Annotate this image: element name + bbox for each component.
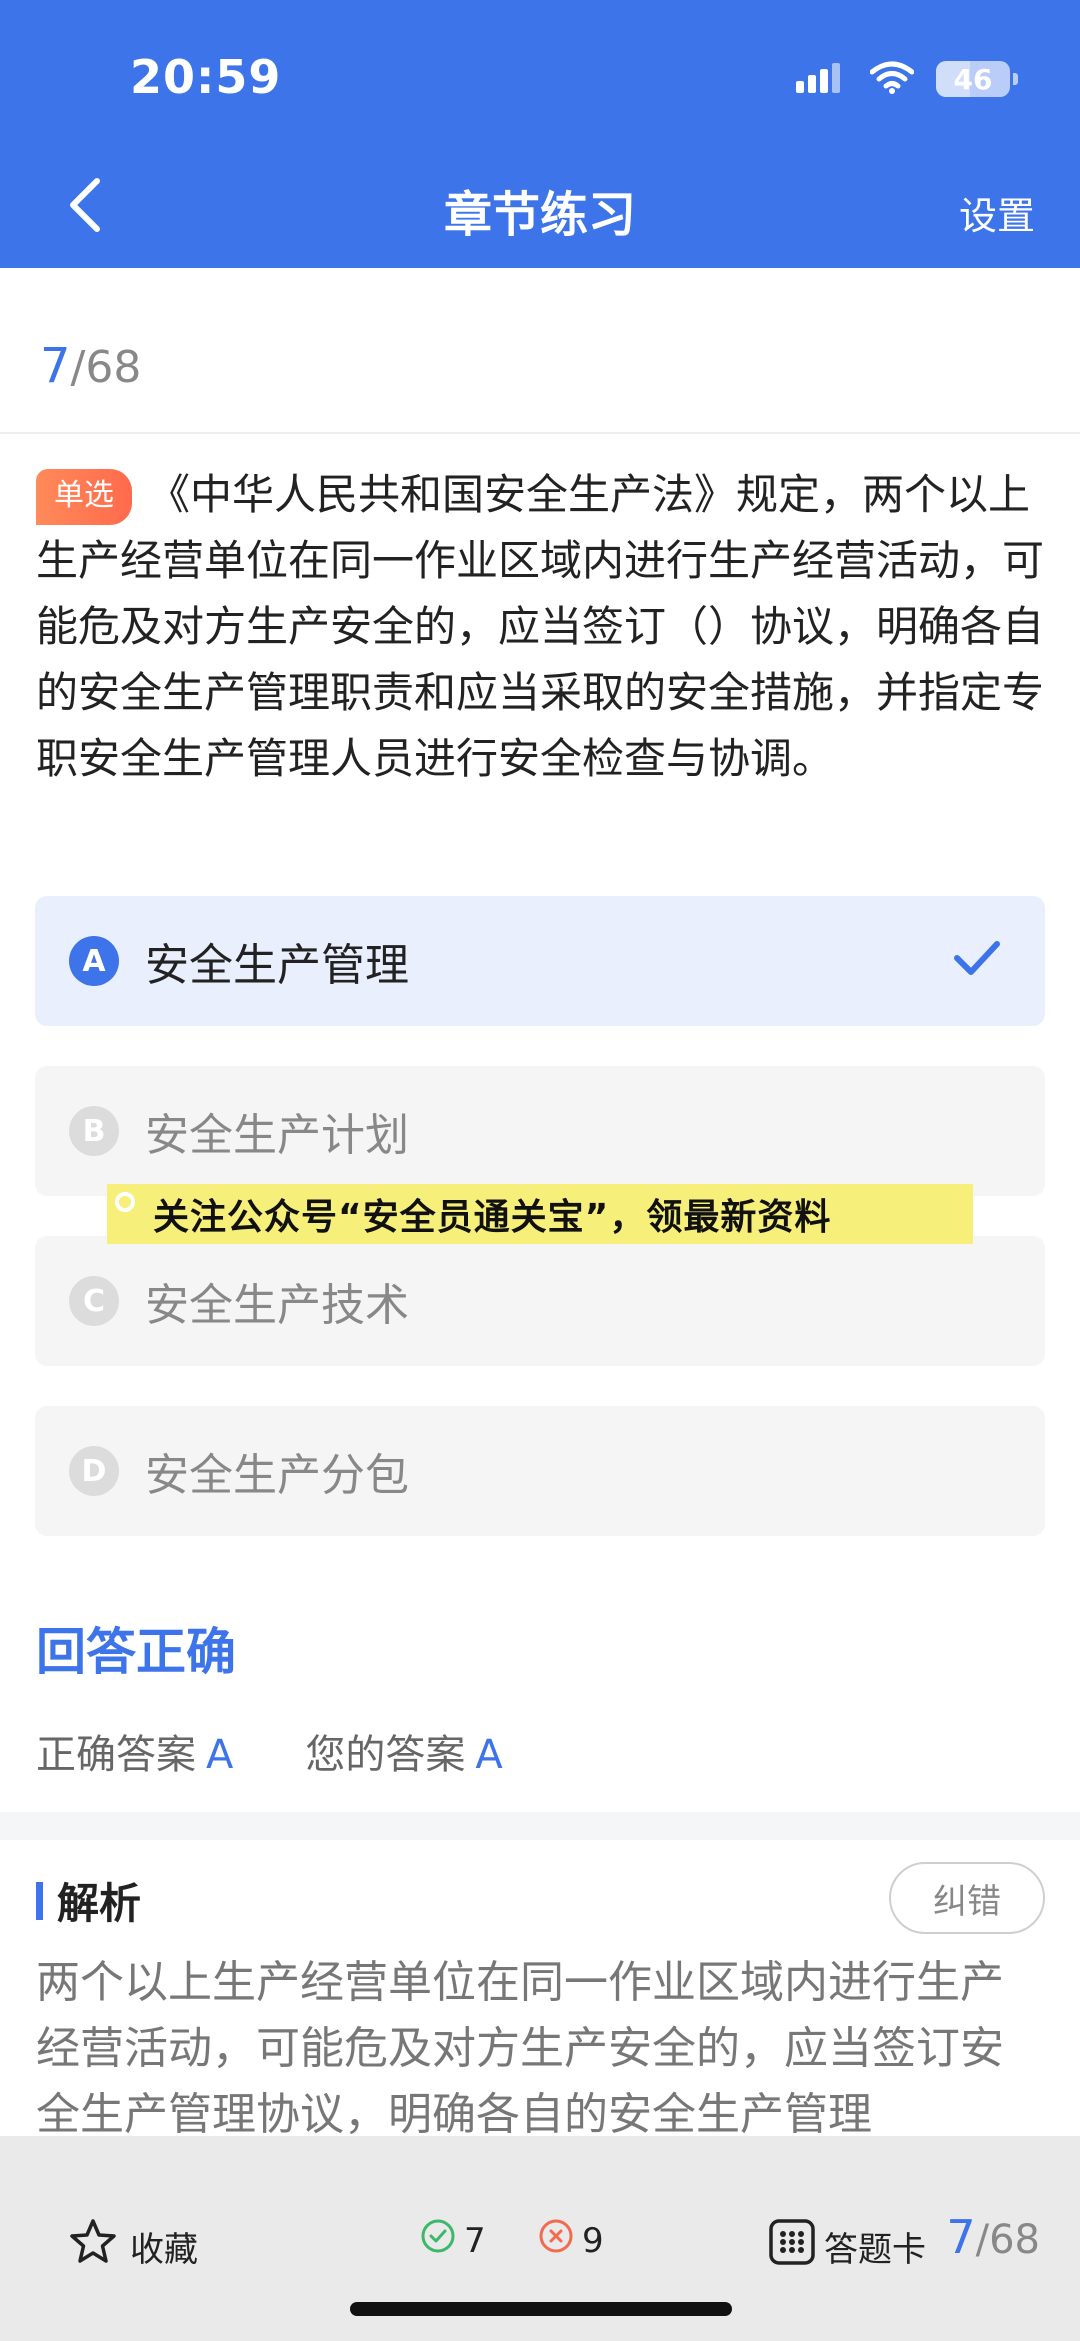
option-letter: C xyxy=(69,1276,119,1326)
option-c[interactable]: C 安全生产技术 xyxy=(35,1236,1045,1366)
banner-text: 关注公众号“安全员通关宝”，领最新资料 xyxy=(153,1197,832,1238)
option-d[interactable]: D 安全生产分包 xyxy=(35,1406,1045,1536)
banner-dot xyxy=(115,1192,135,1212)
option-letter: A xyxy=(69,936,119,986)
option-text: 安全生产技术 xyxy=(145,1280,409,1331)
status-time: 20:59 xyxy=(130,50,282,104)
question-text: 《中华人民共和国安全生产法》规定，两个以上生产经营单位在同一作业区域内进行生产经… xyxy=(36,470,1045,783)
option-text: 安全生产分包 xyxy=(145,1450,409,1501)
app-screen: 20:59 46 章节练习 设置 7/68 单选 《中华人民共和国安全生产法》规… xyxy=(0,0,1080,2341)
answer-summary: 正确答案 A 您的答案 A xyxy=(36,1722,575,1780)
favorite-label: 收藏 xyxy=(130,2230,198,2270)
signal-icon xyxy=(796,61,848,97)
wifi-icon xyxy=(869,60,915,98)
battery-fill xyxy=(936,61,971,97)
favorite-button[interactable]: 收藏 xyxy=(68,2218,198,2275)
page-indicator: 7/68 xyxy=(946,2210,1040,2264)
check-icon xyxy=(953,938,1001,982)
option-text: 安全生产计划 xyxy=(145,1110,409,1161)
analysis-header: 解析 xyxy=(36,1870,141,1931)
page-current: 7 xyxy=(946,2210,976,2264)
answer-card-button[interactable]: 答题卡 xyxy=(768,2218,926,2275)
question-block: 单选 《中华人民共和国安全生产法》规定，两个以上生产经营单位在同一作业区域内进行生… xyxy=(36,462,1046,792)
check-circle-icon xyxy=(420,2218,464,2263)
section-separator xyxy=(0,1812,1080,1840)
wrong-count: 9 xyxy=(538,2218,604,2263)
promo-banner: 关注公众号“安全员通关宝”，领最新资料 xyxy=(107,1184,973,1244)
analysis-accent-bar xyxy=(36,1881,43,1920)
settings-button[interactable]: 设置 xyxy=(959,185,1035,240)
home-indicator xyxy=(350,2302,732,2316)
x-circle-icon xyxy=(538,2218,582,2263)
page-total: /68 xyxy=(975,2217,1040,2263)
option-text: 安全生产管理 xyxy=(145,940,409,991)
wrong-count-value: 9 xyxy=(582,2220,604,2261)
option-b[interactable]: B 安全生产计划 xyxy=(35,1066,1045,1196)
battery-cap xyxy=(1013,73,1018,85)
answer-card-label: 答题卡 xyxy=(824,2230,926,2270)
result-title: 回答正确 xyxy=(36,1623,236,1681)
your-answer-value: A xyxy=(475,1732,503,1778)
counter-current: 7 xyxy=(40,338,71,394)
correct-answer-label: 正确答案 xyxy=(36,1732,196,1778)
option-letter: D xyxy=(69,1446,119,1496)
question-type-tag: 单选 xyxy=(36,469,132,525)
question-counter: 7/68 xyxy=(40,338,141,394)
counter-total: /68 xyxy=(70,342,142,393)
correct-count: 7 xyxy=(420,2218,486,2263)
option-a[interactable]: A 安全生产管理 xyxy=(35,896,1045,1026)
your-answer-label: 您的答案 xyxy=(305,1732,466,1778)
grid-icon xyxy=(768,2218,824,2275)
correct-answer-value: A xyxy=(206,1732,234,1778)
analysis-text: 两个以上生产经营单位在同一作业区域内进行生产经营活动，可能危及对方生产安全的，应… xyxy=(36,1957,1004,2140)
correct-count-value: 7 xyxy=(464,2220,486,2261)
battery-icon: 46 xyxy=(936,61,1018,97)
header: 20:59 46 章节练习 设置 xyxy=(0,0,1080,268)
divider xyxy=(0,432,1080,434)
option-letter: B xyxy=(69,1106,119,1156)
status-icons: 46 xyxy=(796,60,1018,98)
report-error-button[interactable]: 纠错 xyxy=(889,1862,1045,1934)
star-icon xyxy=(68,2218,130,2275)
analysis-title: 解析 xyxy=(57,1879,142,1928)
page-title: 章节练习 xyxy=(443,187,636,243)
